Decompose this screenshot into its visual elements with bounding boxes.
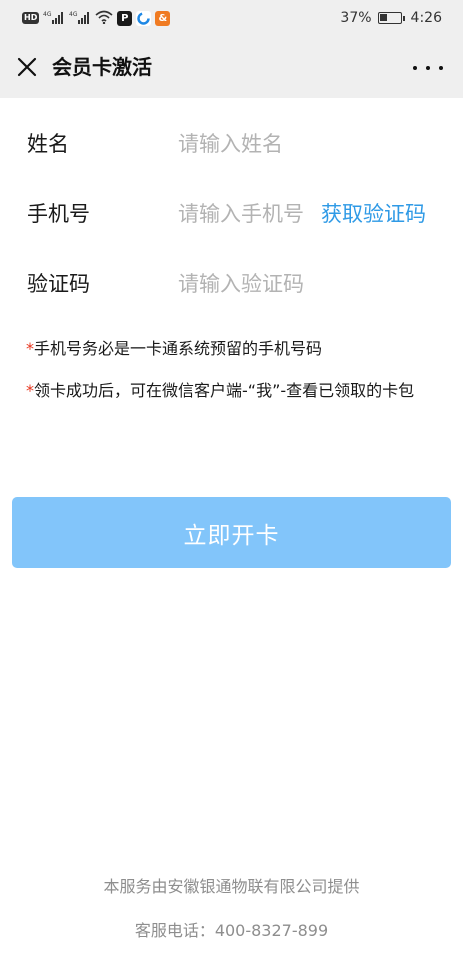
note-phone: *手机号务必是一卡通系统预留的手机号码 <box>26 335 436 363</box>
required-mark: * <box>26 381 34 400</box>
status-bar: HD 4G 4G P & 37% 4:26 <box>0 0 463 36</box>
app-icon: P <box>117 10 133 26</box>
more-icon <box>413 66 417 70</box>
battery-percent: 37% <box>340 10 372 26</box>
app-icon: & <box>155 10 171 26</box>
signal-icon: 4G <box>43 9 65 28</box>
hd-icon: HD <box>22 12 40 24</box>
provider-text: 本服务由安徽银通物联有限公司提供 <box>103 877 360 896</box>
signal-icon: 4G <box>69 9 91 28</box>
svg-text:4G: 4G <box>69 11 78 18</box>
name-row: 姓名 <box>0 109 463 179</box>
activate-card-button[interactable]: 立即开卡 <box>12 497 451 568</box>
title-bar: 会员卡激活 <box>0 36 463 98</box>
status-bar-right: 37% 4:26 <box>340 9 442 27</box>
phone-label: 手机号 <box>27 202 90 226</box>
code-row: 验证码 <box>0 249 463 319</box>
svg-text:4G: 4G <box>43 11 52 18</box>
get-code-button[interactable]: 获取验证码 <box>321 199 426 229</box>
more-button[interactable] <box>413 58 443 78</box>
hotline-text: 客服电话：400-8327-899 <box>134 921 329 940</box>
required-mark: * <box>26 339 34 358</box>
battery-icon <box>377 12 405 24</box>
code-input[interactable] <box>178 269 440 299</box>
app-icon <box>136 10 152 26</box>
close-icon <box>17 57 37 77</box>
note-text: 手机号务必是一卡通系统预留的手机号码 <box>34 339 323 358</box>
page-title: 会员卡激活 <box>52 55 152 79</box>
note-text: 领卡成功后，可在微信客户端-“我”-查看已领取的卡包 <box>34 381 415 400</box>
phone-row: 手机号 获取验证码 <box>0 179 463 249</box>
name-label: 姓名 <box>27 132 69 156</box>
note-card-bag: *领卡成功后，可在微信客户端-“我”-查看已领取的卡包 <box>26 377 436 405</box>
code-label: 验证码 <box>27 272 90 296</box>
phone-input[interactable] <box>178 199 318 229</box>
status-bar-left: HD 4G 4G P & <box>22 9 171 28</box>
close-button[interactable] <box>12 52 42 82</box>
name-input[interactable] <box>178 129 440 159</box>
clock: 4:26 <box>410 10 442 26</box>
wifi-icon <box>95 9 113 28</box>
